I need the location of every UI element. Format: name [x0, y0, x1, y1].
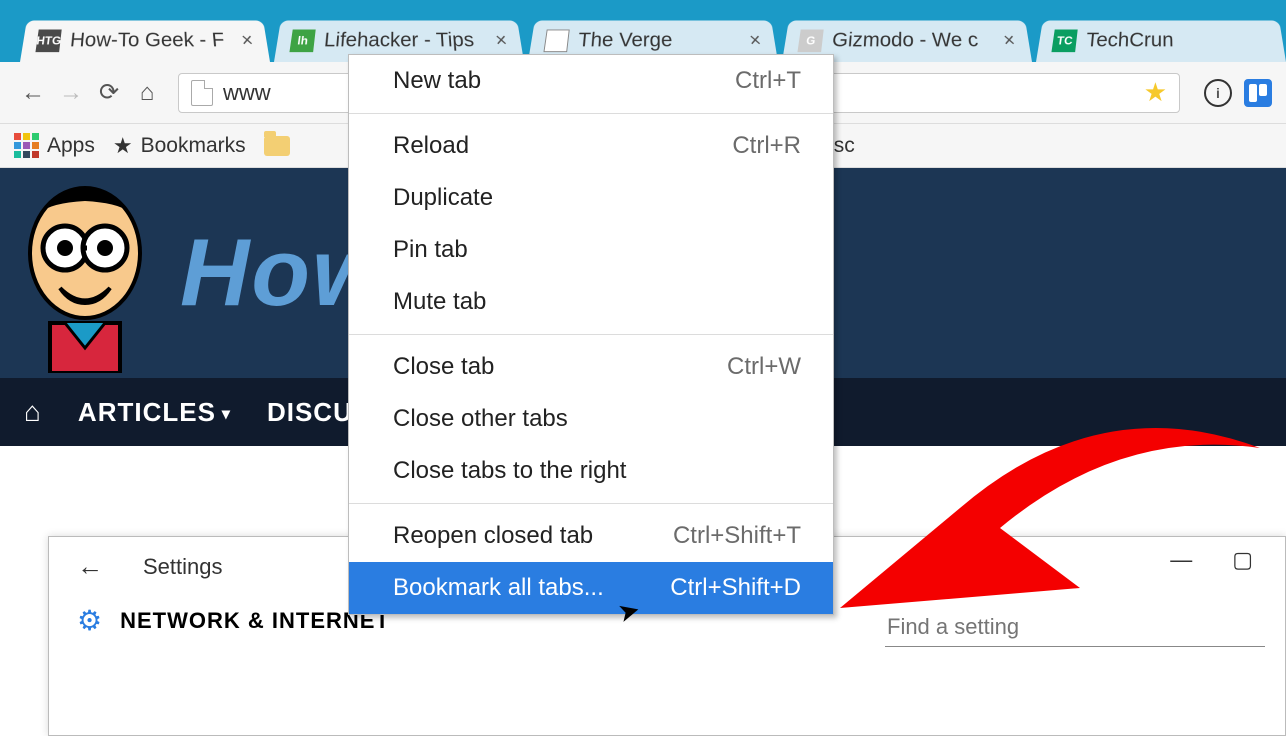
ctx-shortcut: Ctrl+W [727, 353, 801, 381]
tab-howtogeek[interactable]: HTG How-To Geek - F × [20, 20, 270, 62]
bookmarks-folder-main[interactable]: ★ Bookmarks [113, 133, 246, 159]
nav-discussion[interactable]: DISCU [267, 397, 353, 428]
bookmarks-folder-generic[interactable] [264, 136, 290, 156]
chevron-down-icon: ▾ [222, 406, 231, 423]
ctx-label: Bookmark all tabs... [393, 574, 604, 602]
apps-icon [14, 133, 39, 158]
tab-close-icon[interactable]: × [1002, 30, 1016, 52]
apps-button[interactable]: Apps [14, 133, 95, 158]
bookmark-star-icon[interactable]: ★ [1144, 77, 1167, 108]
ctx-label: Reopen closed tab [393, 522, 593, 550]
window-controls: — ▢ [1158, 537, 1265, 583]
nav-articles[interactable]: ARTICLES ▾ [78, 397, 231, 428]
site-mascot-icon [10, 173, 160, 373]
ctx-shortcut: Ctrl+Shift+D [670, 574, 801, 602]
extension-icon-info[interactable]: i [1204, 79, 1232, 107]
ctx-label: Close tab [393, 353, 494, 381]
ctx-mute-tab[interactable]: Mute tab [349, 276, 833, 328]
minimize-button[interactable]: — [1170, 547, 1192, 573]
ctx-bookmark-all-tabs[interactable]: Bookmark all tabs... Ctrl+Shift+D [349, 562, 833, 614]
reload-button[interactable]: ⟳ [90, 78, 128, 107]
settings-search-input[interactable] [885, 607, 1265, 647]
ctx-label: Duplicate [393, 184, 493, 212]
ctx-close-tab[interactable]: Close tab Ctrl+W [349, 341, 833, 393]
tab-label: How-To Geek - F [69, 29, 237, 52]
settings-title: Settings [143, 554, 223, 580]
ctx-close-other-tabs[interactable]: Close other tabs [349, 393, 833, 445]
ctx-reload[interactable]: Reload Ctrl+R [349, 120, 833, 172]
ctx-label: Close tabs to the right [393, 457, 626, 485]
ctx-close-tabs-right[interactable]: Close tabs to the right [349, 445, 833, 497]
tab-context-menu: New tab Ctrl+T Reload Ctrl+R Duplicate P… [348, 54, 834, 615]
url-text: www [223, 80, 271, 106]
ctx-separator [349, 113, 833, 114]
tab-close-icon[interactable]: × [240, 30, 254, 52]
window-titlebar [0, 0, 1286, 12]
ctx-label: Reload [393, 132, 469, 160]
ctx-reopen-closed[interactable]: Reopen closed tab Ctrl+Shift+T [349, 510, 833, 562]
apps-label: Apps [47, 134, 95, 158]
ctx-label: Pin tab [393, 236, 468, 264]
ctx-separator [349, 503, 833, 504]
ctx-label: Mute tab [393, 288, 486, 316]
maximize-button[interactable]: ▢ [1232, 547, 1253, 573]
ctx-duplicate[interactable]: Duplicate [349, 172, 833, 224]
favicon-gizmodo: G [797, 29, 823, 52]
favicon-lifehacker: lh [289, 29, 315, 52]
tab-techcrunch[interactable]: TC TechCrun [1036, 20, 1286, 62]
gear-icon: ⚙ [77, 604, 102, 637]
tab-close-icon[interactable]: × [748, 30, 762, 52]
nav-articles-label: ARTICLES [78, 397, 216, 427]
settings-back-button[interactable]: ← [77, 551, 103, 582]
favicon-verge: ▼ [543, 29, 569, 52]
page-icon [191, 80, 213, 106]
ctx-pin-tab[interactable]: Pin tab [349, 224, 833, 276]
favicon-techcrunch: TC [1051, 29, 1077, 52]
folder-icon [264, 136, 290, 156]
nav-home-icon[interactable]: ⌂ [24, 396, 42, 428]
back-button[interactable]: ← [14, 79, 52, 107]
ctx-shortcut: Ctrl+Shift+T [673, 522, 801, 550]
ctx-shortcut: Ctrl+R [732, 132, 801, 160]
extension-icon-trello[interactable] [1244, 79, 1272, 107]
ctx-shortcut: Ctrl+T [735, 67, 801, 95]
ctx-label: Close other tabs [393, 405, 568, 433]
tab-label: Lifehacker - Tips [323, 29, 491, 52]
home-button[interactable]: ⌂ [128, 79, 166, 107]
forward-button[interactable]: → [52, 79, 90, 107]
tab-label: The Verge [577, 29, 745, 52]
tab-label: Gizmodo - We c [831, 29, 999, 52]
ctx-new-tab[interactable]: New tab Ctrl+T [349, 55, 833, 107]
bookmarks-label: Bookmarks [141, 134, 246, 158]
star-icon: ★ [113, 133, 133, 159]
favicon-htg: HTG [35, 29, 61, 52]
tab-close-icon[interactable]: × [494, 30, 508, 52]
ctx-separator [349, 334, 833, 335]
ctx-label: New tab [393, 67, 481, 95]
tab-label: TechCrun [1085, 29, 1271, 52]
